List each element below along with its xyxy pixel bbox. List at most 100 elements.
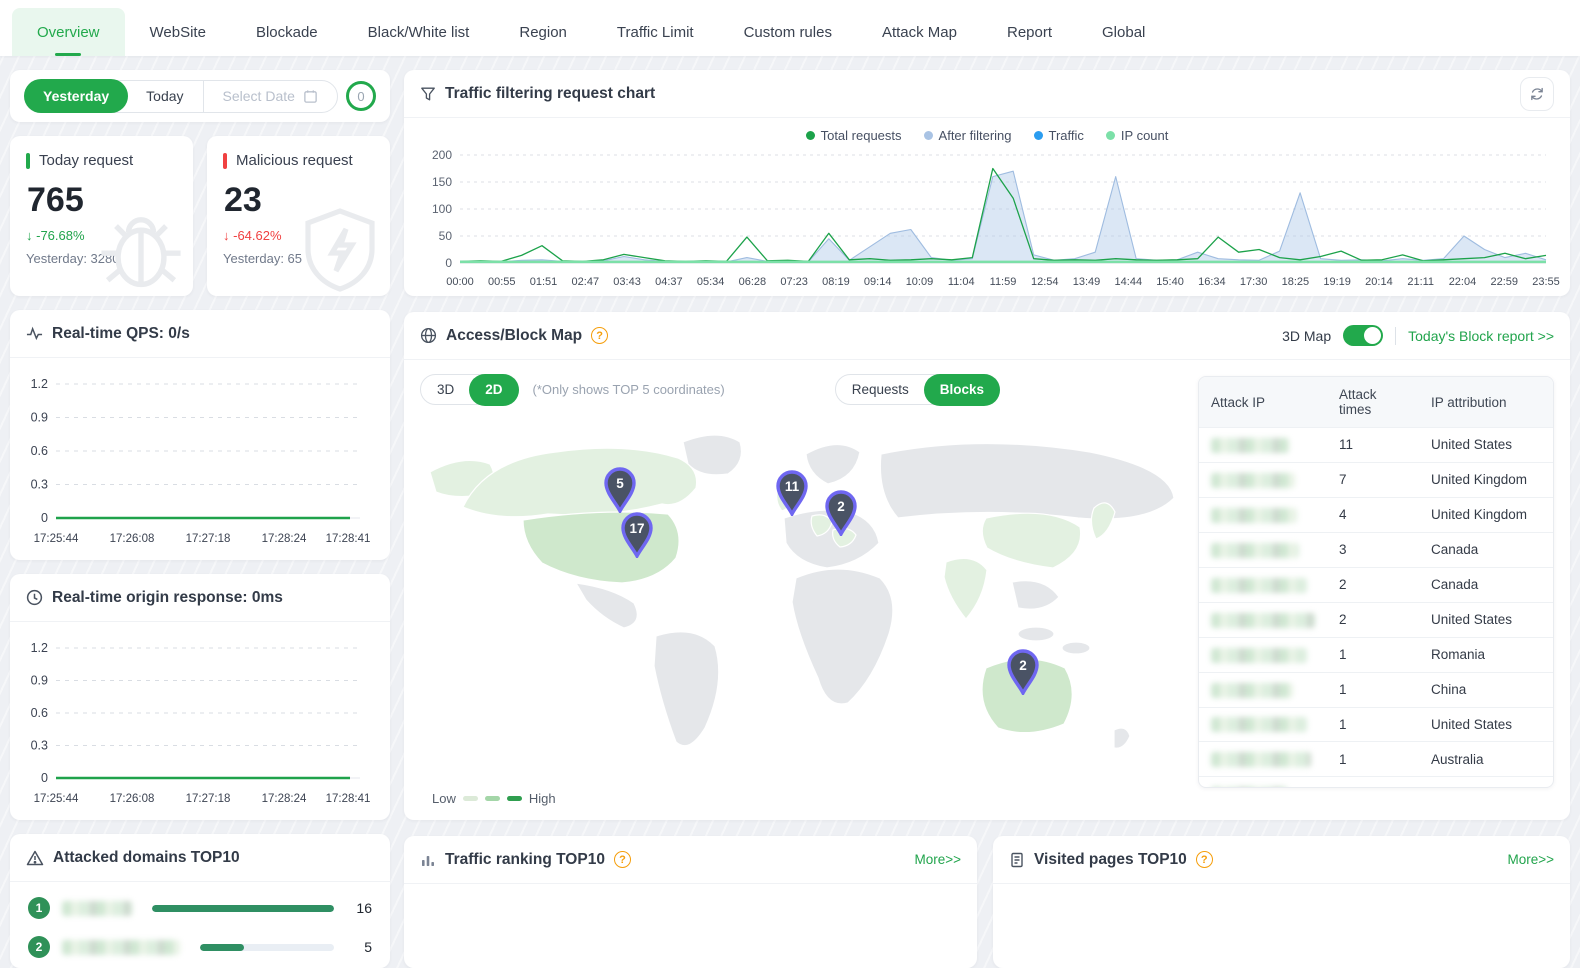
redacted-domain (62, 901, 132, 916)
traffic-ranking-more-link[interactable]: More>> (914, 852, 961, 867)
calendar-icon (303, 89, 318, 104)
map-mode-button-blocks[interactable]: Blocks (924, 374, 1000, 406)
ip-attribution-cell: China (1419, 672, 1553, 707)
svg-text:2: 2 (1019, 658, 1027, 673)
legend-low-label: Low (432, 791, 456, 806)
svg-text:17:27:18: 17:27:18 (186, 793, 231, 805)
map-pin[interactable]: 17 (620, 512, 654, 558)
document-icon (1009, 852, 1025, 868)
map-pin[interactable]: 5 (603, 467, 637, 513)
attack-table-header: Attack times (1327, 377, 1419, 428)
svg-text:14:44: 14:44 (1115, 276, 1143, 288)
refresh-button[interactable] (1520, 77, 1554, 111)
tab-report[interactable]: Report (982, 8, 1077, 56)
legend-dot (924, 131, 933, 140)
tab-traffic-limit[interactable]: Traffic Limit (592, 8, 719, 56)
attack-ip-cell (1199, 777, 1327, 788)
attack-ip-table[interactable]: Attack IPAttack timesIP attribution 11Un… (1198, 376, 1554, 788)
tab-overview[interactable]: Overview (12, 8, 125, 56)
tab-blockade[interactable]: Blockade (231, 8, 343, 56)
attack-ip-cell (1199, 532, 1327, 567)
redacted-domain (62, 940, 180, 955)
map-dimension-segment: 3D2D (420, 374, 519, 405)
svg-text:0.3: 0.3 (31, 478, 48, 492)
legend-label: Total requests (821, 128, 902, 143)
svg-text:0: 0 (41, 771, 48, 785)
attack-count-bar (152, 905, 334, 912)
attacked-domains-title: Attacked domains TOP10 (53, 849, 240, 867)
attack-ip-cell (1199, 428, 1327, 463)
redacted-ip (1211, 648, 1307, 663)
help-icon[interactable]: ? (1196, 851, 1213, 868)
svg-text:0: 0 (445, 256, 452, 270)
attack-table-row: 2Canada (1199, 567, 1553, 602)
svg-text:17:25:44: 17:25:44 (34, 793, 79, 805)
map-mode-button-requests[interactable]: Requests (836, 374, 925, 405)
legend-high-label: High (529, 791, 556, 806)
attack-table-row: 2United States (1199, 602, 1553, 637)
malicious-request-label: Malicious request (236, 152, 353, 169)
svg-text:06:28: 06:28 (739, 276, 767, 288)
help-icon[interactable]: ? (614, 851, 631, 868)
attack-ip-cell (1199, 742, 1327, 777)
tab-custom-rules[interactable]: Custom rules (719, 8, 857, 56)
attack-ip-cell (1199, 462, 1327, 497)
attack-times-cell: 7 (1327, 462, 1419, 497)
block-report-link[interactable]: Today's Block report >> (1408, 328, 1554, 344)
attack-ip-cell (1199, 567, 1327, 602)
shield-bolt-icon (292, 199, 388, 296)
visited-pages-more-link[interactable]: More>> (1507, 852, 1554, 867)
tab-black-white-list[interactable]: Black/White list (343, 8, 495, 56)
legend-dash-mid (485, 796, 500, 801)
svg-text:18:25: 18:25 (1282, 276, 1310, 288)
svg-text:1.2: 1.2 (31, 377, 48, 391)
clock-icon (26, 589, 43, 606)
legend-dash-high (507, 796, 522, 801)
map-dim-button-3d[interactable]: 3D (421, 374, 470, 405)
svg-text:12:54: 12:54 (1031, 276, 1059, 288)
attack-table-row: 1Romania (1199, 637, 1553, 672)
attack-table-row: 1China (1199, 672, 1553, 707)
world-map: 5 17 11 2 2 (428, 412, 1180, 784)
legend-item[interactable]: After filtering (924, 128, 1012, 143)
legend-item[interactable]: Total requests (806, 128, 902, 143)
attack-times-cell: 1 (1327, 637, 1419, 672)
svg-text:03:43: 03:43 (613, 276, 641, 288)
svg-text:1.2: 1.2 (31, 641, 48, 655)
today-button[interactable]: Today (127, 80, 203, 113)
traffic-filter-chart-card: Traffic filtering request chart Total re… (404, 70, 1570, 296)
redacted-ip (1211, 473, 1295, 488)
help-icon[interactable]: ? (591, 327, 608, 344)
origin-response-chart: 1.20.90.60.3017:25:4417:26:0817:27:1817:… (16, 630, 376, 812)
map-pin[interactable]: 2 (824, 490, 858, 536)
3d-map-toggle[interactable] (1343, 325, 1383, 346)
svg-text:10:09: 10:09 (906, 276, 934, 288)
legend-item[interactable]: IP count (1106, 128, 1168, 143)
svg-text:17:28:41: 17:28:41 (326, 533, 371, 545)
pulse-icon (26, 325, 43, 342)
attack-count-value: 16 (346, 900, 372, 916)
attack-times-cell: 1 (1327, 672, 1419, 707)
svg-text:19:19: 19:19 (1323, 276, 1351, 288)
attack-times-cell: 1 (1327, 777, 1419, 788)
legend-item[interactable]: Traffic (1034, 128, 1084, 143)
tab-global[interactable]: Global (1077, 8, 1170, 56)
map-dim-button-2d[interactable]: 2D (469, 374, 518, 406)
traffic-ranking-card: Traffic ranking TOP10 ? More>> (404, 836, 977, 968)
tab-region[interactable]: Region (494, 8, 592, 56)
svg-text:17: 17 (629, 521, 644, 536)
traffic-filter-chart: 05010015020000:0000:5501:5102:4703:4304:… (414, 145, 1560, 293)
map-pin[interactable]: 2 (1006, 649, 1040, 695)
rank-badge: 1 (28, 897, 50, 919)
tab-website[interactable]: WebSite (125, 8, 231, 56)
attack-count-bar (200, 944, 334, 951)
yesterday-button[interactable]: Yesterday (24, 79, 128, 113)
svg-text:17:26:08: 17:26:08 (110, 533, 155, 545)
legend-dash-low (463, 796, 478, 801)
svg-text:22:59: 22:59 (1490, 276, 1518, 288)
tab-attack-map[interactable]: Attack Map (857, 8, 982, 56)
funnel-icon (420, 86, 436, 102)
attack-table-row: 1Germany (1199, 777, 1553, 788)
select-date-input[interactable]: Select Date (204, 80, 337, 113)
map-pin[interactable]: 11 (775, 470, 809, 516)
